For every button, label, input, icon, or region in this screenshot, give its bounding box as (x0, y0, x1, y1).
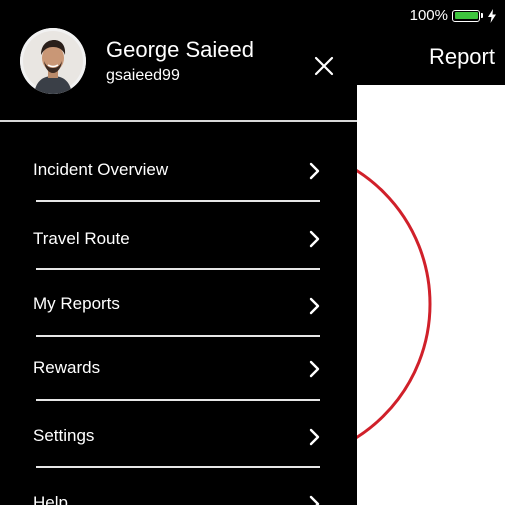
battery-tip (481, 13, 483, 18)
menu-item-label: My Reports (33, 294, 120, 313)
menu-item-travel-route[interactable]: Travel Route (0, 208, 357, 268)
menu-item-label: Settings (33, 426, 95, 445)
menu-divider (36, 399, 320, 401)
menu-item-my-reports[interactable]: My Reports (0, 275, 357, 335)
menu-item-label: Help (33, 493, 68, 505)
menu-divider (36, 268, 320, 270)
menu-item-label: Travel Route (33, 229, 130, 248)
menu-item-rewards[interactable]: Rewards (0, 340, 357, 400)
battery-fill (454, 12, 478, 19)
navigation-drawer: George Saieed gsaieed99 Incident Overvie… (0, 0, 357, 505)
chevron-right-icon (309, 297, 320, 315)
battery-percent: 100% (409, 7, 448, 24)
chevron-right-icon (309, 230, 320, 248)
menu-item-help[interactable]: Help (0, 474, 357, 505)
user-name: George Saieed (106, 37, 254, 62)
profile-divider (0, 120, 357, 122)
charging-bolt-icon (488, 8, 496, 23)
battery-icon (452, 9, 480, 22)
avatar[interactable] (20, 28, 86, 94)
chevron-right-icon (309, 428, 320, 446)
user-handle: gsaieed99 (106, 67, 180, 84)
battery-indicator: 100% (410, 7, 497, 24)
menu-item-incident-overview[interactable]: Incident Overview (0, 140, 357, 200)
report-circle-graphic (357, 169, 432, 439)
avatar-image (20, 28, 86, 94)
chevron-right-icon (309, 360, 320, 378)
menu-divider (36, 200, 320, 202)
menu-item-label: Rewards (33, 358, 101, 377)
menu-item-label: Incident Overview (33, 160, 169, 179)
menu-divider (36, 335, 320, 337)
close-icon[interactable] (310, 52, 338, 80)
menu-item-settings[interactable]: Settings (0, 407, 357, 467)
chevron-right-icon (309, 162, 320, 180)
page-title: Report (428, 44, 495, 69)
chevron-right-icon (309, 495, 320, 505)
profile-header: George Saieed gsaieed99 (0, 0, 357, 120)
menu-divider (36, 466, 320, 468)
main-content (357, 85, 505, 505)
